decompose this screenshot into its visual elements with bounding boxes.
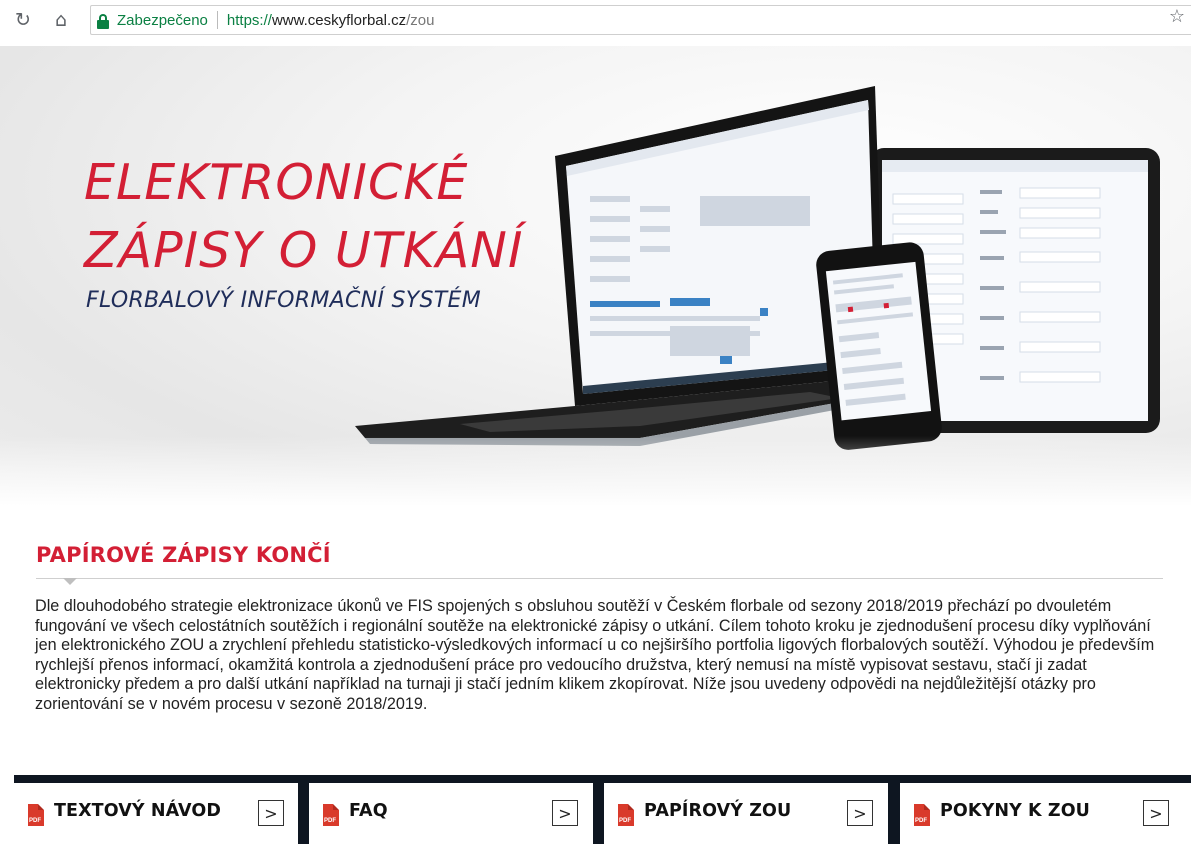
lock-icon: [97, 13, 109, 29]
download-buttons-bar: PDF TEXTOVÝ NÁVOD > PDF FAQ > PDF PAPÍRO…: [14, 775, 1191, 844]
section-title: PAPÍROVÉ ZÁPISY KONČÍ: [36, 543, 331, 567]
phone-illustration: [816, 242, 942, 450]
pdf-icon: PDF: [618, 804, 636, 826]
star-icon[interactable]: ☆: [1169, 6, 1185, 27]
url-scheme: https://: [226, 11, 272, 29]
button-label: POKYNY K ZOU: [940, 801, 1090, 821]
pdf-icon: PDF: [323, 804, 341, 826]
faq-button[interactable]: PDF FAQ >: [309, 783, 593, 844]
url-separator: [216, 11, 218, 29]
devices-illustration: [355, 86, 1160, 450]
url-path: /zou: [406, 11, 435, 29]
divider-notch-icon: [63, 578, 77, 585]
pokyny-k-zou-button[interactable]: PDF POKYNY K ZOU >: [900, 783, 1191, 844]
pdf-icon: PDF: [914, 804, 932, 826]
address-bar[interactable]: Zabezpečeno https:// www.ceskyflorbal.cz…: [90, 5, 1191, 35]
chevron-right-icon[interactable]: >: [1143, 800, 1169, 826]
papirovy-zou-button[interactable]: PDF PAPÍROVÝ ZOU >: [604, 783, 888, 844]
browser-toolbar: ↻ ⌂ Zabezpečeno https:// www.ceskyflorba…: [0, 0, 1191, 46]
textovy-navod-button[interactable]: PDF TEXTOVÝ NÁVOD >: [14, 783, 298, 844]
secure-label: Zabezpečeno: [117, 11, 208, 29]
button-label: FAQ: [349, 801, 388, 821]
button-label: PAPÍROVÝ ZOU: [644, 801, 792, 821]
chevron-right-icon[interactable]: >: [258, 800, 284, 826]
reload-icon[interactable]: ↻: [12, 9, 34, 31]
button-label: TEXTOVÝ NÁVOD: [54, 801, 221, 821]
section-body-text: Dle dlouhodobého strategie elektronizace…: [35, 597, 1155, 713]
section-divider: [36, 578, 1163, 579]
chevron-right-icon[interactable]: >: [847, 800, 873, 826]
home-icon[interactable]: ⌂: [50, 9, 72, 31]
chevron-right-icon[interactable]: >: [552, 800, 578, 826]
pdf-icon: PDF: [28, 804, 46, 826]
url-host: www.ceskyflorbal.cz: [271, 11, 407, 29]
hero-banner: ELEKTRONICKÉ ZÁPISY O UTKÁNÍ FLORBALOVÝ …: [0, 46, 1191, 506]
